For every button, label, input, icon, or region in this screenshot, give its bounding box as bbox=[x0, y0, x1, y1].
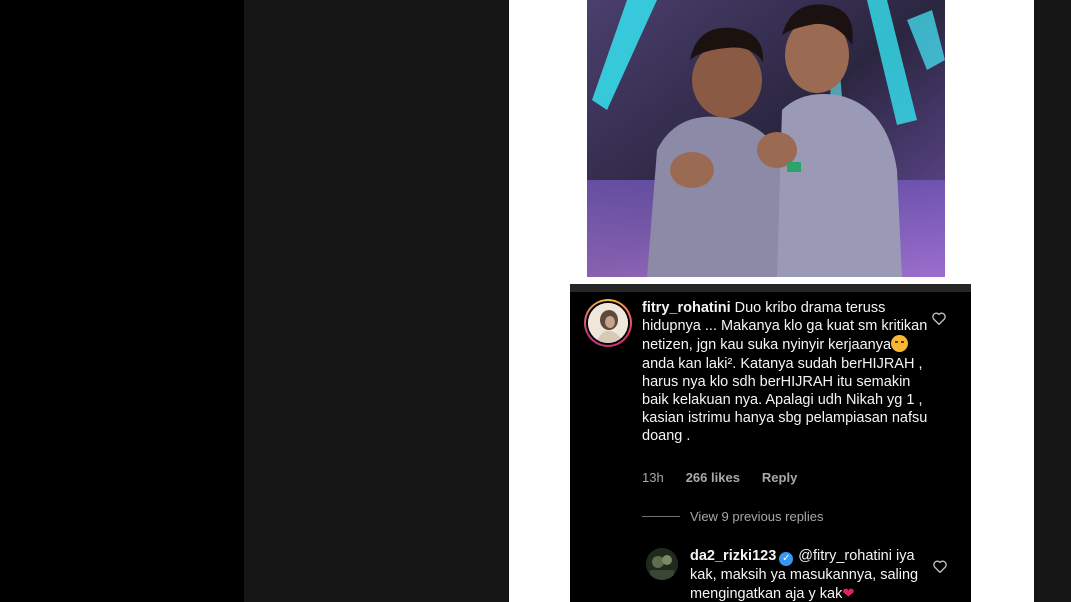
view-previous-replies[interactable]: View 9 previous replies bbox=[642, 509, 823, 524]
post-photo bbox=[587, 0, 945, 277]
reply-username[interactable]: da2_rizki123 bbox=[690, 548, 776, 564]
comment-time: 13h bbox=[642, 470, 664, 485]
replies-divider bbox=[642, 516, 680, 517]
left-sidebar-area bbox=[244, 0, 509, 602]
red-heart-emoji-icon: ❤ bbox=[842, 585, 855, 602]
commenter-avatar[interactable] bbox=[584, 299, 632, 347]
confounded-emoji-icon bbox=[891, 335, 909, 353]
right-sidebar-area bbox=[1034, 0, 1071, 602]
comment-meta: 13h 266 likes Reply bbox=[642, 470, 797, 485]
comment-likes[interactable]: 266 likes bbox=[686, 470, 740, 485]
comment-topbar bbox=[570, 284, 971, 292]
left-margin bbox=[0, 0, 244, 602]
avatar-inner bbox=[586, 301, 630, 345]
avatar-image bbox=[588, 303, 628, 343]
reply-heart-outline-icon[interactable] bbox=[933, 560, 947, 573]
comment-text-part2: anda kan laki². Katanya sudah berHIJRAH … bbox=[642, 355, 928, 445]
verified-badge-icon: ✓ bbox=[779, 552, 794, 566]
comment-body: fitry_rohatini Duo kribo drama teruss hid… bbox=[642, 299, 937, 446]
reply-avatar[interactable] bbox=[646, 548, 678, 580]
comment-thread: fitry_rohatini Duo kribo drama teruss hid… bbox=[570, 284, 971, 602]
comment-username[interactable]: fitry_rohatini bbox=[642, 300, 731, 316]
view-replies-label: View 9 previous replies bbox=[690, 509, 824, 524]
reply-body: da2_rizki123 ✓ @fitry_rohatini iya kak, ma… bbox=[690, 547, 935, 602]
heart-outline-icon[interactable] bbox=[932, 312, 946, 325]
reply-mention[interactable]: @fitry_rohatini bbox=[798, 548, 892, 564]
reply-button[interactable]: Reply bbox=[762, 470, 797, 485]
